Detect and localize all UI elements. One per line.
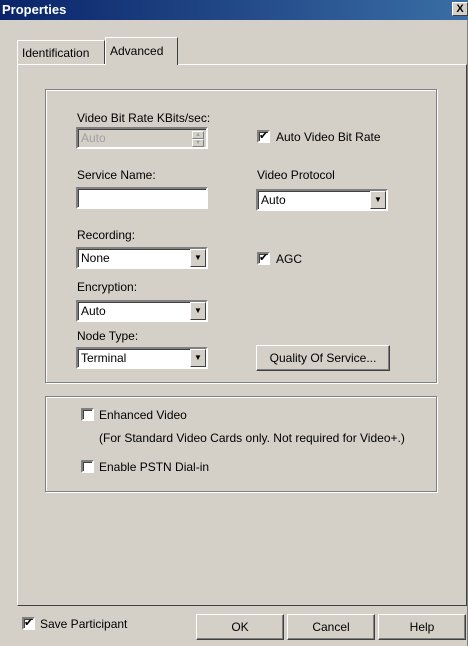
recording-label: Recording: (77, 228, 136, 242)
enhanced-video-checkbox[interactable] (81, 408, 94, 421)
chevron-down-icon[interactable]: ▼ (190, 349, 206, 367)
close-icon: X (456, 3, 464, 15)
save-participant-checkbox[interactable]: ✔ (22, 617, 35, 630)
checkmark-icon: ✔ (259, 130, 269, 142)
enhanced-video-label: Enhanced Video (99, 408, 187, 422)
node-type-select[interactable]: Terminal ▼ (76, 347, 208, 369)
agc-label: AGC (276, 252, 303, 266)
chevron-down-icon[interactable]: ▼ (190, 302, 206, 320)
spin-buttons[interactable]: ▲ ▼ (192, 131, 204, 147)
auto-video-bit-rate-label: Auto Video Bit Rate (276, 130, 381, 144)
video-bit-rate-value: Auto (81, 131, 106, 145)
chevron-down-icon[interactable]: ▼ (190, 249, 206, 267)
video-protocol-select[interactable]: Auto ▼ (256, 189, 388, 211)
recording-value: None (81, 251, 110, 265)
video-bit-rate-spinner[interactable]: Auto ▲ ▼ (76, 127, 208, 149)
cancel-button[interactable]: Cancel (287, 614, 375, 640)
save-participant-label: Save Participant (40, 617, 128, 631)
window-title: Properties (2, 2, 67, 17)
checkmark-icon: ✔ (259, 252, 269, 264)
encryption-value: Auto (81, 304, 106, 318)
service-name-input[interactable] (76, 187, 208, 209)
enable-pstn-checkbox[interactable] (81, 460, 94, 473)
quality-of-service-button[interactable]: Quality Of Service... (256, 345, 390, 371)
checkmark-icon: ✔ (24, 617, 34, 629)
node-type-label: Node Type: (77, 329, 139, 343)
encryption-select[interactable]: Auto ▼ (76, 300, 208, 322)
auto-video-bit-rate-checkbox[interactable]: ✔ (257, 130, 270, 143)
spin-up-icon[interactable]: ▲ (192, 131, 204, 139)
video-protocol-value: Auto (261, 193, 286, 207)
title-bar: Properties X (0, 0, 468, 20)
properties-dialog: Properties X Identification Advanced Vid… (0, 0, 468, 646)
spin-down-icon[interactable]: ▼ (192, 139, 204, 147)
video-bit-rate-label: Video Bit Rate KBits/sec: (77, 111, 211, 125)
enable-pstn-label: Enable PSTN Dial-in (99, 460, 210, 474)
chevron-down-icon[interactable]: ▼ (370, 191, 386, 209)
tab-identification[interactable]: Identification (17, 40, 105, 64)
service-name-label: Service Name: (77, 168, 156, 182)
help-button[interactable]: Help (378, 614, 466, 640)
encryption-label: Encryption: (77, 280, 138, 294)
agc-checkbox[interactable]: ✔ (257, 252, 270, 265)
enhanced-video-note: (For Standard Video Cards only. Not requ… (99, 431, 405, 445)
video-protocol-label: Video Protocol (257, 168, 335, 182)
close-button[interactable]: X (452, 2, 468, 16)
recording-select[interactable]: None ▼ (76, 247, 208, 269)
node-type-value: Terminal (81, 351, 127, 365)
tab-identification-label: Identification (22, 46, 90, 60)
ok-button[interactable]: OK (196, 614, 284, 640)
tab-advanced-label: Advanced (110, 44, 164, 58)
tab-advanced[interactable]: Advanced (105, 37, 178, 65)
